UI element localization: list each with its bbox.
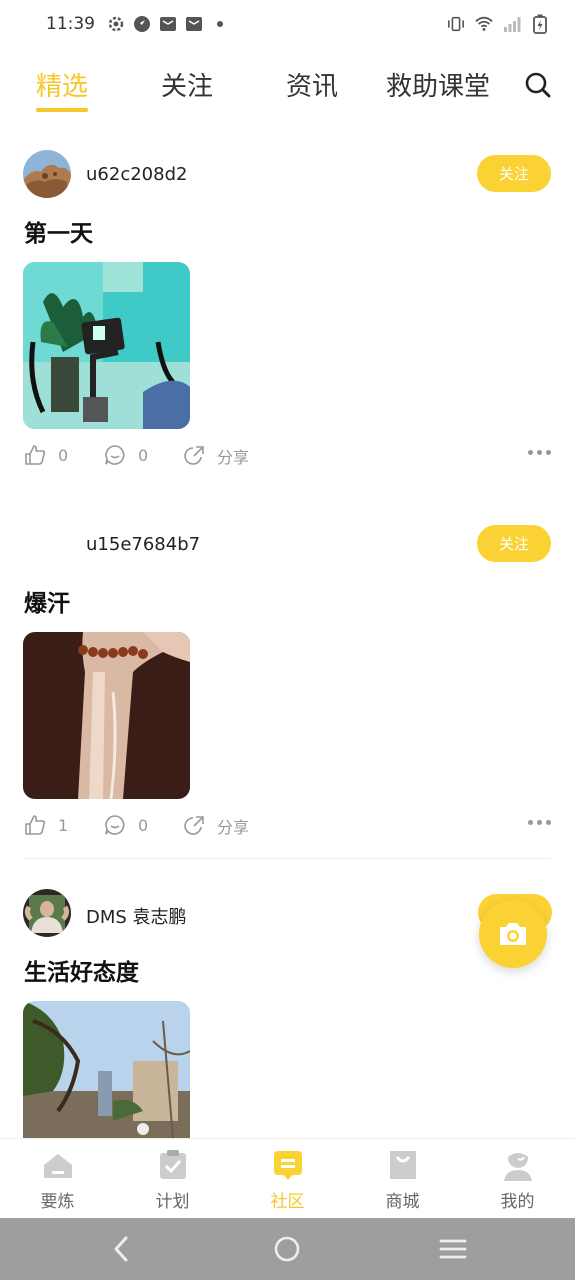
- comment-icon: [105, 445, 125, 465]
- more-options-icon[interactable]: [528, 820, 551, 825]
- tab-news[interactable]: 资讯: [286, 66, 338, 103]
- mail-icon: [159, 15, 177, 33]
- status-time: 11:39: [46, 14, 95, 34]
- nav-item-community[interactable]: 社区: [230, 1149, 345, 1212]
- nav-label: 计划: [155, 1192, 190, 1212]
- share-button[interactable]: 分享: [183, 814, 249, 838]
- nav-item-plan[interactable]: 计划: [115, 1149, 230, 1212]
- post-card: u15e7684b7 关注 爆汗 1 0 分享: [0, 520, 575, 860]
- share-label: 分享: [217, 818, 250, 837]
- nav-label: 我的: [500, 1192, 535, 1212]
- share-icon: [184, 446, 204, 465]
- thumbs-up-icon: [25, 815, 46, 835]
- tab-following[interactable]: 关注: [161, 66, 213, 103]
- status-bar: 11:39: [0, 0, 575, 48]
- battery-charging-icon: [531, 14, 549, 34]
- post-card: u62c208d2 关注 第一天 0 0 分享: [0, 150, 575, 490]
- avatar[interactable]: [23, 150, 71, 198]
- settings-gear-icon: [107, 15, 125, 33]
- share-label: 分享: [217, 448, 250, 467]
- follow-button[interactable]: 关注: [477, 155, 551, 192]
- post-title: 爆汗: [24, 591, 70, 617]
- like-button[interactable]: 0: [24, 444, 68, 466]
- share-icon: [184, 816, 204, 835]
- vibrate-icon: [447, 15, 465, 33]
- avatar[interactable]: [23, 889, 71, 937]
- system-nav-bar: [0, 1218, 575, 1280]
- thumbs-up-icon: [25, 445, 46, 465]
- more-options-icon[interactable]: [528, 450, 551, 455]
- search-icon[interactable]: [523, 70, 553, 100]
- post-title: 生活好态度: [24, 960, 139, 986]
- post-header: u62c208d2 关注: [0, 150, 575, 202]
- chat-bubble-icon: [273, 1151, 302, 1180]
- nav-label: 商城: [385, 1192, 420, 1212]
- comment-button[interactable]: 0: [104, 814, 148, 836]
- menu-icon[interactable]: [438, 1234, 468, 1264]
- top-tab-bar: 精选 关注 资讯 救助课堂: [0, 56, 575, 118]
- home-circle-icon[interactable]: [272, 1234, 302, 1264]
- comment-button[interactable]: 0: [104, 444, 148, 466]
- post-title: 第一天: [24, 221, 93, 247]
- like-count: 1: [58, 815, 69, 835]
- avatar[interactable]: [23, 520, 71, 568]
- post-image[interactable]: [23, 1001, 190, 1138]
- post-divider: [24, 858, 551, 859]
- wifi-icon: [475, 15, 493, 33]
- dot-icon: [211, 15, 229, 33]
- nav-label: 社区: [270, 1192, 305, 1212]
- post-image[interactable]: [23, 262, 190, 429]
- follow-button[interactable]: 关注: [477, 525, 551, 562]
- nav-item-shop[interactable]: 商城: [345, 1149, 460, 1212]
- tab-active-indicator: [36, 108, 88, 112]
- comment-count: 0: [138, 815, 149, 835]
- username[interactable]: u62c208d2: [86, 164, 187, 185]
- comment-icon: [105, 815, 125, 835]
- tab-rescue-class[interactable]: 救助课堂: [386, 66, 490, 103]
- mail-icon: [185, 15, 203, 33]
- back-icon[interactable]: [107, 1234, 137, 1264]
- nav-item-workout[interactable]: 要炼: [0, 1149, 115, 1212]
- like-button[interactable]: 1: [24, 814, 68, 836]
- compass-icon: [133, 15, 151, 33]
- home-icon: [43, 1154, 72, 1178]
- camera-icon: [500, 923, 526, 945]
- user-icon: [503, 1153, 532, 1181]
- tab-featured[interactable]: 精选: [36, 66, 88, 103]
- camera-fab[interactable]: [479, 900, 547, 968]
- username[interactable]: DMS 袁志鹏: [86, 903, 187, 929]
- comment-count: 0: [138, 445, 149, 465]
- share-button[interactable]: 分享: [183, 444, 249, 468]
- post-actions: 1 0 分享: [0, 814, 575, 846]
- nav-label: 要炼: [40, 1192, 75, 1212]
- post-image[interactable]: [23, 632, 190, 799]
- post-actions: 0 0 分享: [0, 444, 575, 476]
- like-count: 0: [58, 445, 69, 465]
- shopping-bag-icon: [389, 1151, 416, 1179]
- username[interactable]: u15e7684b7: [86, 534, 200, 555]
- nav-item-mine[interactable]: 我的: [460, 1149, 575, 1212]
- signal-icon: [503, 15, 521, 33]
- bottom-nav: 要炼 计划 社区 商城 我的: [0, 1138, 575, 1218]
- post-header: u15e7684b7 关注: [0, 520, 575, 572]
- clipboard-check-icon: [159, 1150, 186, 1179]
